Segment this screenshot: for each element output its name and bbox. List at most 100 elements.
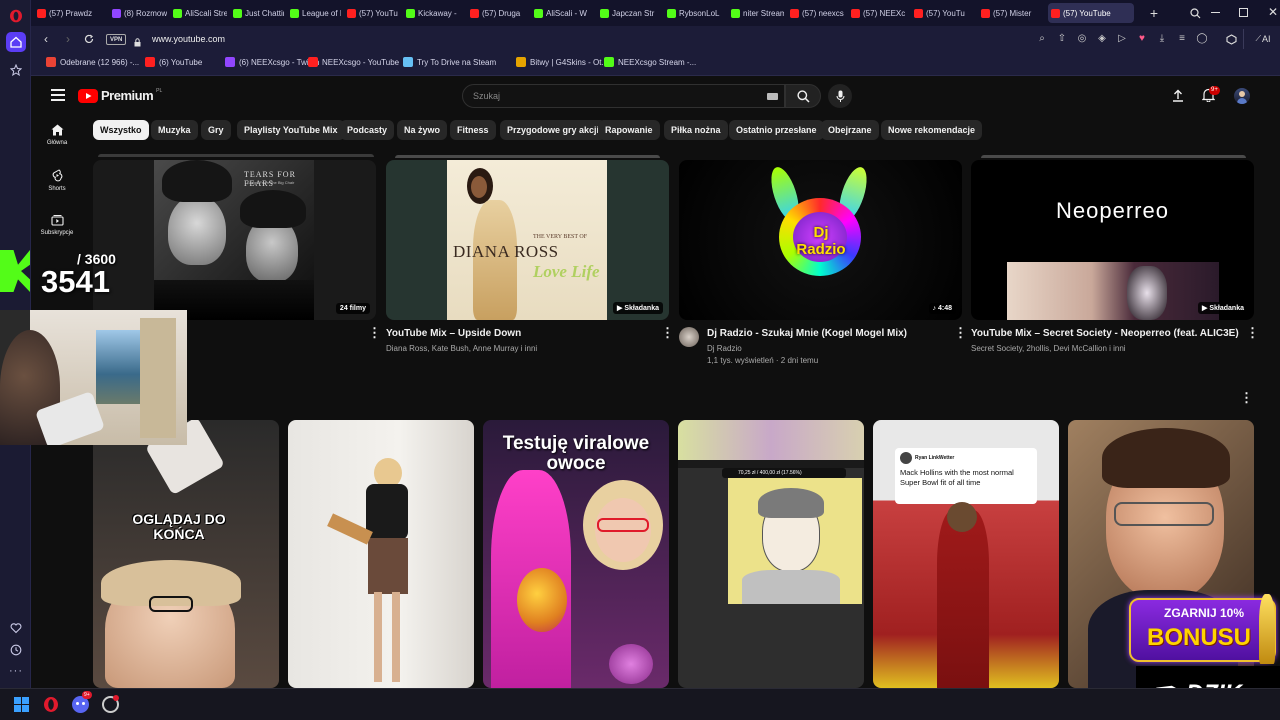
short-thumbnail[interactable]: OGLĄDAJ DO KOŃCA <box>93 420 279 688</box>
home-icon[interactable] <box>6 32 26 52</box>
browser-tab[interactable]: (57) Mister <box>978 3 1045 23</box>
browser-tab[interactable]: niter Stream <box>728 3 784 23</box>
bookmark-item[interactable]: Odebrane (12 966) -... <box>46 57 139 67</box>
channel-avatar[interactable] <box>679 327 699 347</box>
filter-chip[interactable]: Na żywo <box>397 120 448 140</box>
video-thumbnail[interactable]: Neoperreo ▶ Składanka <box>971 160 1254 320</box>
download-icon[interactable]: ⤓ <box>1155 32 1169 46</box>
bookmark-item[interactable]: (6) YouTube <box>145 57 202 67</box>
bookmark-item[interactable]: Try To Drive na Steam <box>403 57 496 67</box>
video-channel[interactable]: Secret Society, 2hollis, Devi McCallion … <box>971 344 1126 353</box>
extensions-icon[interactable] <box>1223 31 1239 47</box>
browser-tab[interactable]: (57) YouTu <box>911 3 975 23</box>
filter-chip[interactable]: Fitness <box>450 120 496 140</box>
more-options-icon[interactable]: ⋮ <box>368 326 381 339</box>
reload-icon[interactable] <box>82 32 96 46</box>
browser-tab[interactable]: (57) YouTube <box>1048 3 1134 23</box>
share-icon[interactable]: ⇧ <box>1055 32 1069 46</box>
forward-icon[interactable]: › <box>61 32 75 46</box>
windows-start-icon[interactable] <box>14 697 29 712</box>
search-box[interactable]: Szukaj <box>462 84 785 108</box>
history-icon[interactable] <box>6 640 26 660</box>
filter-chip[interactable]: Muzyka <box>151 120 198 140</box>
video-title[interactable]: YouTube Mix – Upside Down <box>386 328 521 339</box>
filter-chip[interactable]: Ostatnio przesłane <box>729 120 824 140</box>
menu-icon[interactable] <box>51 89 65 101</box>
lock-icon[interactable] <box>134 34 141 47</box>
browser-tab[interactable]: (57) NEEXc <box>848 3 908 23</box>
video-channel[interactable]: Diana Ross, Kate Bush, Anne Murray i inn… <box>386 344 537 353</box>
filter-chip[interactable]: Obejrzane <box>821 120 879 140</box>
more-icon[interactable]: ··· <box>6 661 26 681</box>
filter-chip[interactable]: Wszystko <box>93 120 149 140</box>
url-field[interactable]: www.youtube.com <box>152 34 225 44</box>
browser-tab[interactable]: RybsonLoL <box>664 3 725 23</box>
shield-icon[interactable]: ◈ <box>1095 32 1109 46</box>
play-icon[interactable]: ▷ <box>1115 32 1129 46</box>
video-title[interactable]: YouTube Mix – Secret Society - Neoperreo… <box>971 328 1239 339</box>
short-thumbnail[interactable]: 70,25 zł / 400,00 zł (17.56%) <box>678 420 864 688</box>
browser-tab[interactable]: AliScali Stre <box>170 3 227 23</box>
video-title[interactable]: Dj Radzio - Szukaj Mnie (Kogel Mogel Mix… <box>707 328 907 339</box>
browser-tab[interactable]: Japczan Str <box>597 3 661 23</box>
filter-chip[interactable]: Gry <box>201 120 231 140</box>
bookmark-item[interactable]: (6) NEEXcsgo - Twitch <box>225 57 319 67</box>
filter-chip[interactable]: Nowe rekomendacje <box>881 120 983 140</box>
minimize-icon[interactable] <box>1211 12 1220 13</box>
video-thumbnail[interactable]: Dj Radzio ♪ 4:48 <box>679 160 962 320</box>
short-thumbnail[interactable]: Testuję viralowe owoce <box>483 420 669 688</box>
nav-item-home[interactable]: Główna <box>31 124 83 146</box>
close-window-icon[interactable]: ✕ <box>1265 4 1280 20</box>
browser-tab[interactable]: (57) YouTu <box>344 3 400 23</box>
nav-item-subscriptions[interactable]: Subskrypcje <box>31 214 83 236</box>
bookmark-item[interactable]: Bitwy | G4Skins - Ot... <box>516 57 608 67</box>
more-options-icon[interactable]: ⋮ <box>1246 326 1259 339</box>
zoom-icon[interactable]: ⌕ <box>1035 32 1049 46</box>
search-button[interactable] <box>785 84 821 108</box>
maximize-icon[interactable] <box>1239 8 1248 17</box>
ai-button[interactable]: ⟋ AI <box>1251 31 1275 47</box>
keyboard-icon[interactable] <box>767 93 778 100</box>
short-thumbnail[interactable] <box>288 420 474 688</box>
video-thumbnail[interactable]: THE VERY BEST OF DIANA ROSS Love Life ▶ … <box>386 160 669 320</box>
browser-tab[interactable]: (57) Prawdz <box>34 3 104 23</box>
filter-chip[interactable]: Przygodowe gry akcji <box>500 120 607 140</box>
upload-icon[interactable] <box>1170 87 1186 103</box>
more-options-icon[interactable]: ⋮ <box>661 326 674 339</box>
browser-tab[interactable]: (57) Druga <box>467 3 528 23</box>
filter-chip[interactable]: Podcasty <box>340 120 395 140</box>
heart-icon[interactable]: ♥ <box>1135 32 1149 46</box>
youtube-logo[interactable]: Premium PL <box>78 88 162 103</box>
browser-tab[interactable]: (57) neexcs <box>787 3 845 23</box>
filter-chip[interactable]: Rapowanie <box>598 120 660 140</box>
filter-chip[interactable]: Playlisty YouTube Mix <box>237 120 345 140</box>
browser-tab[interactable]: Kickaway - <box>403 3 464 23</box>
shorts-more-options-icon[interactable]: ⋮ <box>1240 391 1253 404</box>
video-channel[interactable]: Dj Radzio <box>707 344 742 353</box>
avatar[interactable] <box>1234 88 1250 104</box>
bookmark-item[interactable]: NEEXcsgo - YouTube <box>308 57 399 67</box>
heart-icon[interactable] <box>6 618 26 638</box>
browser-tab[interactable]: Just Chattin <box>230 3 284 23</box>
tab-search-icon[interactable] <box>1187 5 1203 21</box>
opera-taskbar-icon[interactable] <box>43 696 59 713</box>
browser-tab[interactable]: League of L <box>287 3 341 23</box>
profile-icon[interactable]: ◯ <box>1195 32 1209 46</box>
promo-banner[interactable]: ZGARNIJ 10% BONUSU <box>1129 594 1276 664</box>
video-thumbnail[interactable]: TEARS FOR FEARS Songs From The Big Chair… <box>93 160 376 320</box>
short-thumbnail[interactable]: Ryan LinkWetter Mack Hollins with the mo… <box>873 420 1059 688</box>
browser-tab[interactable]: (8) Rozmow <box>109 3 167 23</box>
more-options-icon[interactable]: ⋮ <box>954 326 967 339</box>
menu-lines-icon[interactable]: ≡ <box>1175 32 1189 46</box>
voice-search-button[interactable] <box>828 84 852 108</box>
vpn-badge[interactable]: VPN <box>106 34 127 45</box>
browser-tab[interactable]: AliScali - W <box>531 3 594 23</box>
camera-icon[interactable]: ◎ <box>1075 32 1089 46</box>
bookmark-item[interactable]: NEEXcsgo Stream -... <box>604 57 696 67</box>
obs-taskbar-icon[interactable] <box>102 695 119 713</box>
back-icon[interactable]: ‹ <box>39 32 53 46</box>
new-tab-button[interactable]: + <box>1146 5 1162 21</box>
search-input[interactable]: Szukaj <box>473 91 500 101</box>
opera-logo-icon[interactable] <box>6 6 26 26</box>
filter-chip[interactable]: Piłka nożna <box>664 120 728 140</box>
